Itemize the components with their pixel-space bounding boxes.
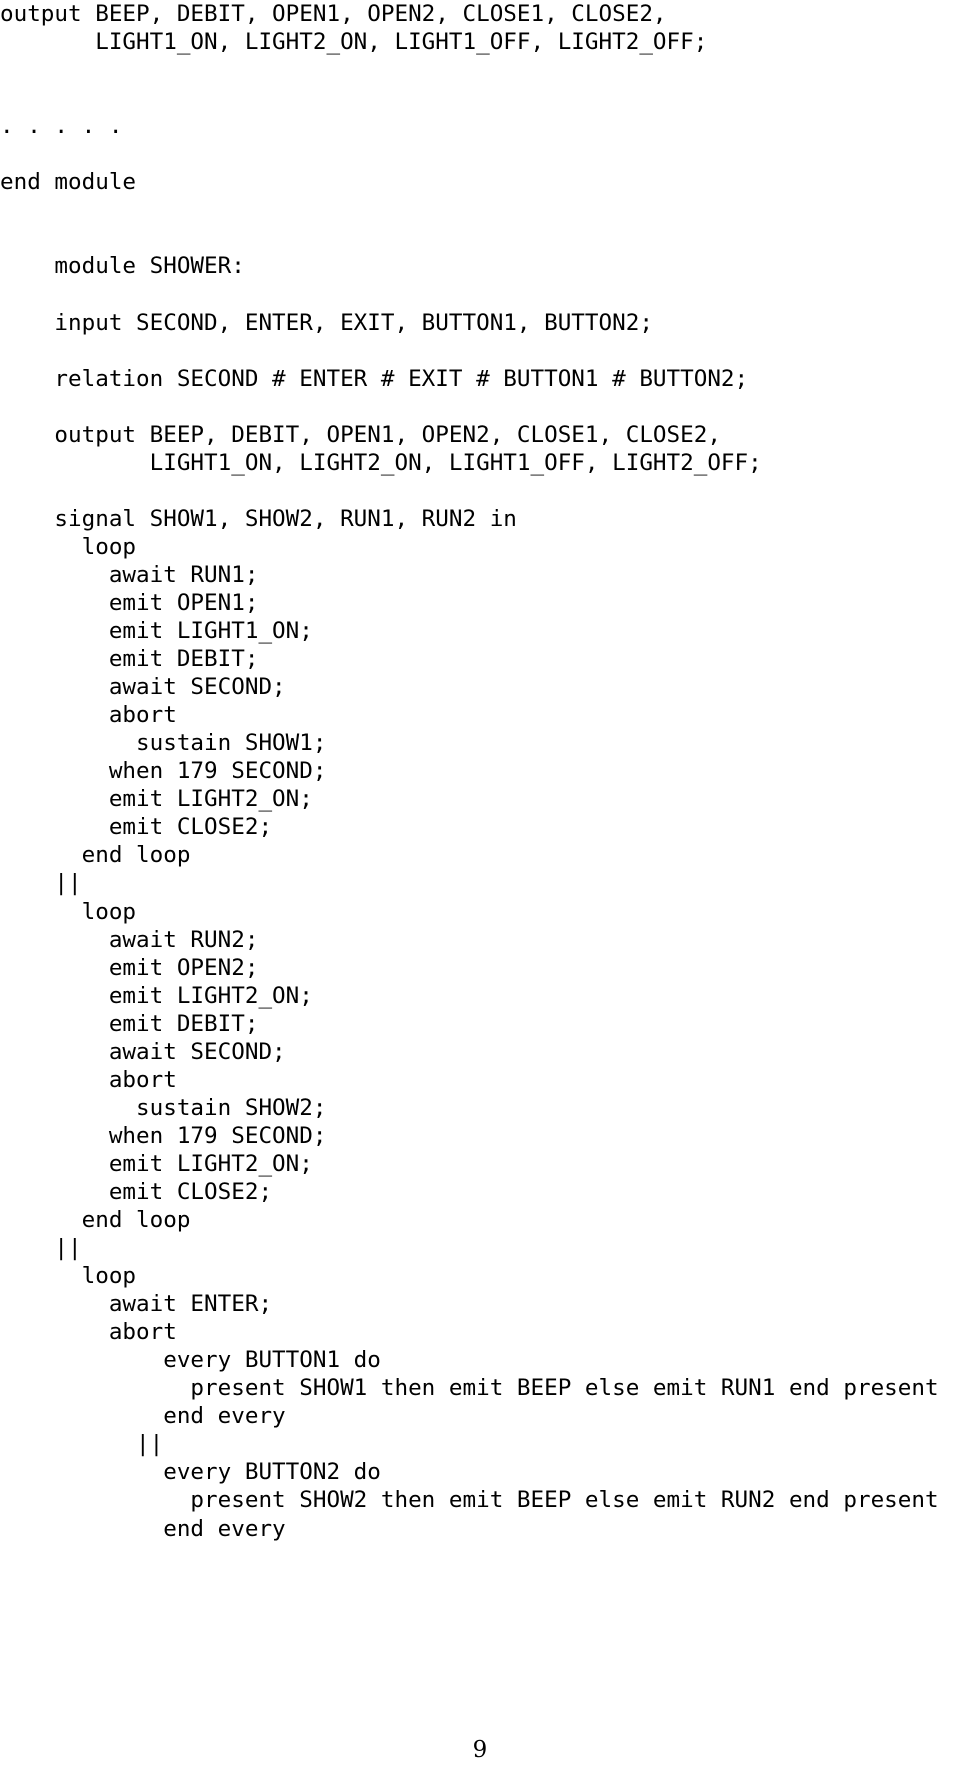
code-line: sustain SHOW1; (0, 730, 327, 757)
code-line: LIGHT1_ON, LIGHT2_ON, LIGHT1_OFF, LIGHT2… (0, 29, 708, 56)
code-line: emit CLOSE2; (0, 814, 273, 841)
code-line: emit LIGHT2_ON; (0, 982, 313, 1009)
code-line: await SECOND; (0, 674, 286, 701)
code-line: await SECOND; (0, 1038, 286, 1065)
code-line: emit LIGHT2_ON; (0, 1150, 313, 1177)
code-line: present SHOW2 then emit BEEP else emit R… (0, 1487, 939, 1514)
code-line: present SHOW1 then emit BEEP else emit R… (0, 1375, 939, 1402)
page-number: 9 (472, 1737, 488, 1763)
code-line: module SHOWER: (0, 253, 245, 280)
code-line: abort (0, 702, 177, 729)
code-listing: output BEEP, DEBIT, OPEN1, OPEN2, CLOSE1… (0, 0, 960, 1543)
code-line: emit DEBIT; (0, 1010, 259, 1037)
code-line: emit LIGHT1_ON; (0, 618, 313, 645)
code-line: end every (0, 1403, 286, 1430)
code-line: await RUN2; (0, 926, 259, 953)
code-line: LIGHT1_ON, LIGHT2_ON, LIGHT1_OFF, LIGHT2… (0, 449, 762, 476)
code-line: abort (0, 1066, 177, 1093)
code-line: emit CLOSE2; (0, 1178, 273, 1205)
code-line: || (0, 870, 82, 897)
code-line: emit LIGHT2_ON; (0, 786, 313, 813)
code-line: signal SHOW1, SHOW2, RUN1, RUN2 in (0, 505, 517, 532)
code-line: sustain SHOW2; (0, 1094, 327, 1121)
code-line: when 179 SECOND; (0, 1122, 327, 1149)
code-line: loop (0, 533, 137, 560)
code-line: await ENTER; (0, 1291, 273, 1318)
code-line: loop (0, 898, 137, 925)
code-line: every BUTTON1 do (0, 1347, 381, 1374)
code-line: output BEEP, DEBIT, OPEN1, OPEN2, CLOSE1… (0, 1, 667, 27)
code-line: await RUN1; (0, 561, 259, 588)
code-line: loop (0, 1263, 137, 1290)
document-page: output BEEP, DEBIT, OPEN1, OPEN2, CLOSE1… (0, 0, 960, 1788)
code-line: end module (0, 169, 137, 196)
code-line: emit DEBIT; (0, 646, 259, 673)
code-line: output BEEP, DEBIT, OPEN1, OPEN2, CLOSE1… (0, 421, 721, 448)
code-line: relation SECOND # ENTER # EXIT # BUTTON1… (0, 365, 749, 392)
code-line: emit OPEN2; (0, 954, 259, 981)
code-line: abort (0, 1319, 177, 1346)
code-line: input SECOND, ENTER, EXIT, BUTTON1, BUTT… (0, 309, 653, 336)
code-line: end loop (0, 1207, 191, 1234)
code-line: || (0, 1431, 164, 1458)
code-line: end loop (0, 842, 191, 869)
code-line: when 179 SECOND; (0, 758, 327, 785)
code-line: emit OPEN1; (0, 589, 259, 616)
code-line: end every (0, 1515, 286, 1542)
code-line: every BUTTON2 do (0, 1459, 381, 1486)
code-line: . . . . . (0, 113, 123, 140)
code-line: || (0, 1235, 82, 1262)
